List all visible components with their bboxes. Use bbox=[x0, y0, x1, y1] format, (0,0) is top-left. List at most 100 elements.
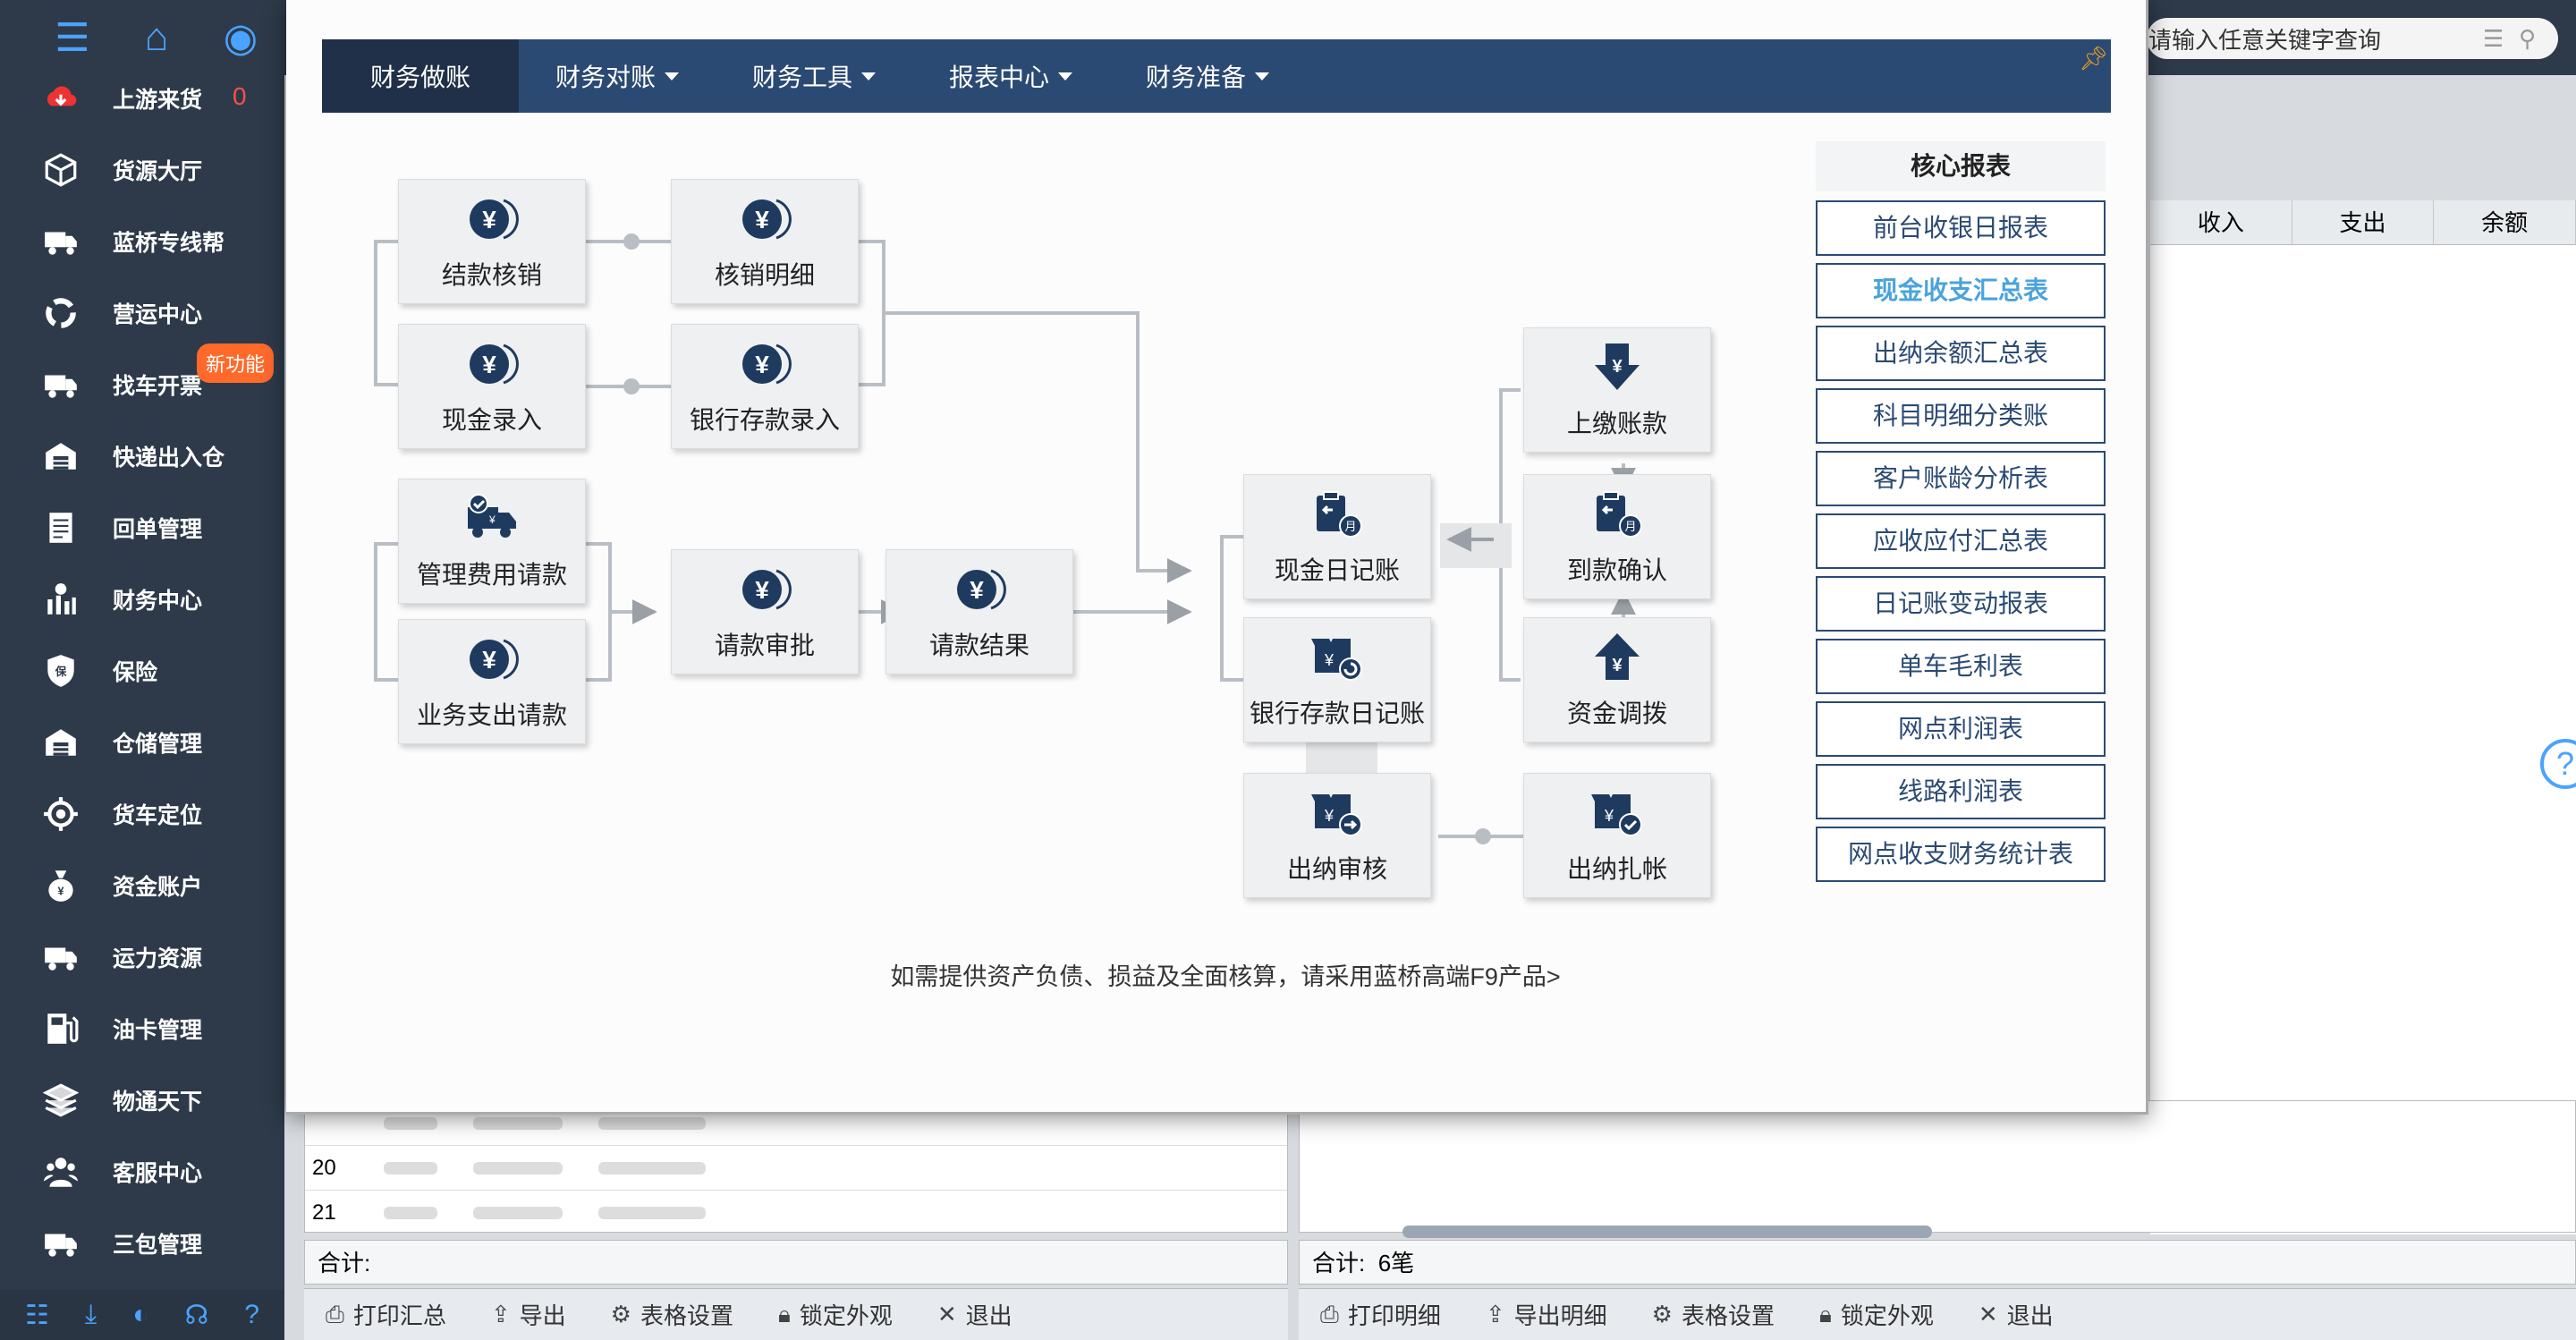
export-button[interactable]: ⇪ 导出 bbox=[491, 1298, 566, 1331]
flow-node-cash-entry[interactable]: ¥ 现金录入 bbox=[398, 324, 586, 449]
right-data-table bbox=[1299, 1100, 2576, 1233]
sum-label: 合计: bbox=[318, 1250, 371, 1276]
sidebar-item-label: 货源大厅 bbox=[113, 159, 203, 184]
home-icon[interactable]: ⌂ bbox=[134, 15, 179, 60]
right-toolbar: ⎙ 打印明细 ⇪ 导出明细 ⚙ 表格设置 🔒︎ 锁定外观 ✕ 退出 bbox=[1299, 1288, 2576, 1340]
report-link[interactable]: 应收应付汇总表 bbox=[1816, 513, 2106, 569]
truck-check-icon: ¥ bbox=[464, 491, 520, 547]
sidebar-item[interactable]: 客服中心 bbox=[0, 1136, 284, 1208]
yen-coin-icon: ¥ bbox=[952, 562, 1007, 617]
horizontal-scrollbar[interactable] bbox=[1402, 1226, 1932, 1238]
col-header-balance[interactable]: 余额 bbox=[2434, 200, 2576, 244]
finance-modal: 财务做账 财务对账 财务工具 报表中心 财务准备 📌︎ ¥ 结款核销 ¥ 核销明… bbox=[286, 0, 2148, 1115]
close-icon: ✕ bbox=[1978, 1301, 1998, 1327]
sidebar-item[interactable]: 保 保险 bbox=[0, 635, 284, 707]
user-avatar-icon[interactable]: ◉ bbox=[218, 15, 263, 60]
col-header-income[interactable]: 收入 bbox=[2150, 200, 2292, 244]
flow-node-remit-payment[interactable]: ¥ 上缴账款 bbox=[1523, 327, 1711, 453]
sidebar-item[interactable]: 蓝桥专线帮 bbox=[0, 206, 284, 277]
svg-text:保: 保 bbox=[55, 665, 67, 678]
flow-node-receipt-confirm[interactable]: 月到款确认 bbox=[1523, 474, 1711, 599]
sidebar-item[interactable]: 仓储管理 bbox=[0, 707, 284, 778]
help-icon[interactable]: ? bbox=[244, 1300, 259, 1330]
sidebar-item[interactable]: ¥ 资金账户 bbox=[0, 850, 284, 921]
left-toolbar: ⎙ 打印汇总 ⇪ 导出 ⚙ 表格设置 🔒︎ 锁定外观 ✕ 退出 bbox=[304, 1288, 1288, 1340]
sidebar-item[interactable]: 货车定位 bbox=[0, 778, 284, 850]
close-icon: ✕ bbox=[936, 1301, 957, 1327]
flow-node-cash-journal[interactable]: 月现金日记账 bbox=[1243, 474, 1431, 599]
report-link[interactable]: 前台收银日报表 bbox=[1816, 200, 2106, 256]
report-link[interactable]: 出纳余额汇总表 bbox=[1816, 326, 2106, 381]
report-link[interactable]: 线路利润表 bbox=[1816, 764, 2106, 819]
left-summary-row: 合计: bbox=[304, 1240, 1288, 1285]
sidebar-item[interactable]: 油卡管理 bbox=[0, 993, 284, 1064]
left-data-table: 20 21 bbox=[304, 1100, 1288, 1235]
svg-text:¥: ¥ bbox=[755, 576, 769, 604]
flow-node-request-approval[interactable]: ¥ 请款审批 bbox=[671, 549, 859, 674]
report-link[interactable]: 科目明细分类账 bbox=[1816, 388, 2106, 444]
flow-node-bank-deposit-entry[interactable]: ¥ 银行存款录入 bbox=[671, 324, 859, 449]
menu-icon[interactable]: ☰ bbox=[50, 15, 95, 60]
report-link[interactable]: 客户账龄分析表 bbox=[1816, 451, 2106, 506]
sidebar-item-label: 营运中心 bbox=[113, 302, 203, 327]
right-summary-row: 合计: 6笔 bbox=[1299, 1240, 2576, 1285]
export-detail-button[interactable]: ⇪ 导出明细 bbox=[1486, 1298, 1607, 1331]
sidebar-item[interactable]: 运力资源 bbox=[0, 921, 284, 993]
document-icon bbox=[36, 503, 86, 553]
support-icon[interactable]: ☊ bbox=[185, 1300, 209, 1331]
sidebar-item[interactable]: 物通天下 bbox=[0, 1064, 284, 1136]
exit-button[interactable]: ✕ 退出 bbox=[1979, 1298, 2054, 1331]
report-link[interactable]: 单车毛利表 bbox=[1816, 639, 2106, 694]
flow-node-bank-journal[interactable]: ¥ 银行存款日记账 bbox=[1243, 617, 1431, 742]
col-header-expense[interactable]: 支出 bbox=[2292, 200, 2435, 244]
search-icon[interactable]: ⚲ bbox=[2519, 25, 2558, 53]
table-settings-button[interactable]: ⚙ 表格设置 bbox=[1652, 1298, 1775, 1331]
palette-icon[interactable]: ◐ bbox=[132, 1300, 148, 1330]
table-row[interactable]: 20 bbox=[305, 1146, 1287, 1191]
exit-button[interactable]: ✕ 退出 bbox=[937, 1298, 1013, 1331]
locate-icon bbox=[36, 789, 86, 839]
lock-icon: 🔒︎ bbox=[1818, 1300, 1832, 1327]
sidebar-item-label: 快递出入仓 bbox=[113, 445, 225, 471]
flow-node-fund-transfer[interactable]: ¥ 资金调拨 bbox=[1523, 617, 1711, 742]
yen-coin-icon: ¥ bbox=[737, 191, 792, 247]
ledger-table-body bbox=[2150, 245, 2576, 555]
menu-lines-icon[interactable]: ☰ bbox=[2483, 25, 2519, 53]
flow-node-cashier-close[interactable]: ¥ 出纳扎帐 bbox=[1523, 773, 1711, 898]
cube-icon bbox=[36, 145, 86, 195]
download-icon[interactable]: ⤓ bbox=[85, 1300, 97, 1330]
flow-node-cashier-review[interactable]: ¥ 出纳审核 bbox=[1243, 773, 1431, 898]
sidebar-item-label: 仓储管理 bbox=[113, 732, 203, 757]
sidebar-item[interactable]: 货源大厅 bbox=[0, 134, 284, 206]
report-link[interactable]: 网点收支财务统计表 bbox=[1816, 827, 2106, 882]
sidebar-item-label: 资金账户 bbox=[113, 875, 203, 900]
sidebar-item[interactable]: 三包管理 bbox=[0, 1208, 284, 1279]
sidebar-item[interactable]: 财务中心 bbox=[0, 564, 284, 635]
f9-upgrade-link[interactable]: 如需提供资产负债、损益及全面核算，请采用蓝桥高端F9产品> bbox=[733, 957, 1717, 992]
flow-node-business-expense-request[interactable]: ¥ 业务支出请款 bbox=[398, 619, 586, 744]
print-summary-button[interactable]: ⎙ 打印汇总 bbox=[326, 1298, 446, 1331]
svg-text:¥: ¥ bbox=[1612, 357, 1623, 377]
yen-coin-icon: ¥ bbox=[464, 632, 520, 687]
report-link[interactable]: 日记账变动报表 bbox=[1816, 576, 2106, 632]
table-row[interactable]: 21 bbox=[305, 1191, 1287, 1235]
truck-icon bbox=[36, 932, 86, 982]
clipboard-month-icon: 月 bbox=[1309, 487, 1365, 542]
global-search-input[interactable]: 请输入任意关键字查询 ☰ ⚲ bbox=[2147, 18, 2558, 59]
flow-node-admin-expense-request[interactable]: ¥ 管理费用请款 bbox=[398, 479, 586, 604]
flow-node-settlement-writeoff[interactable]: ¥ 结款核销 bbox=[398, 179, 586, 304]
sidebar-item[interactable]: 营运中心 bbox=[0, 277, 284, 349]
report-link[interactable]: 网点利润表 bbox=[1816, 701, 2106, 757]
sidebar-item[interactable]: 回单管理 bbox=[0, 492, 284, 564]
search-placeholder: 请输入任意关键字查询 bbox=[2148, 26, 2382, 54]
lock-layout-button[interactable]: 🔒︎ 锁定外观 bbox=[1819, 1298, 1934, 1331]
table-settings-button[interactable]: ⚙ 表格设置 bbox=[611, 1298, 733, 1331]
sidebar-item-label: 客服中心 bbox=[113, 1161, 203, 1186]
flow-node-request-result[interactable]: ¥ 请款结果 bbox=[886, 549, 1073, 674]
sidebar-item[interactable]: 快递出入仓 bbox=[0, 420, 284, 492]
print-detail-button[interactable]: ⎙ 打印明细 bbox=[1320, 1298, 1441, 1331]
lock-layout-button[interactable]: 🔒︎ 锁定外观 bbox=[778, 1298, 893, 1331]
report-link[interactable]: 现金收支汇总表 bbox=[1816, 263, 2106, 318]
list-settings-icon[interactable]: ☷ bbox=[25, 1300, 49, 1331]
flow-node-writeoff-detail[interactable]: ¥ 核销明细 bbox=[671, 179, 859, 304]
